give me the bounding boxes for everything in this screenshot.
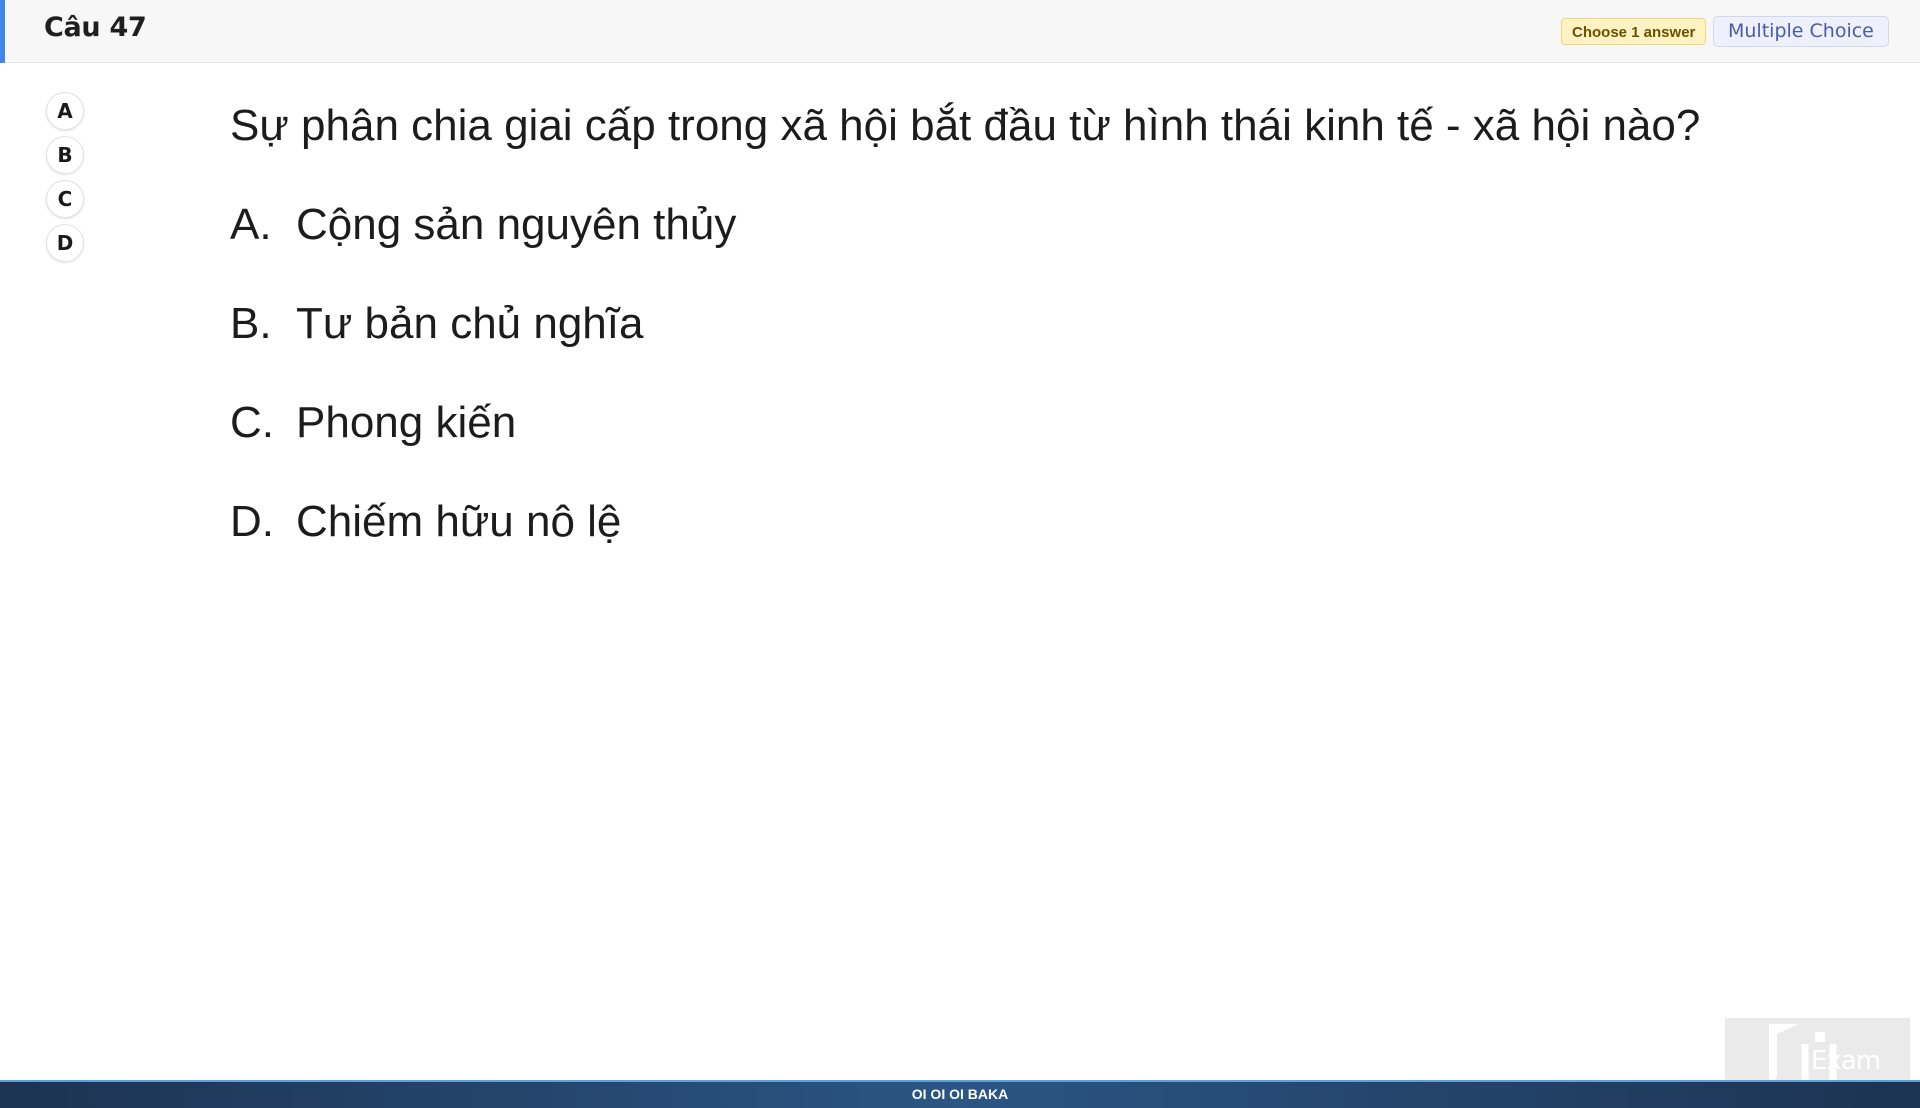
- logo-text: Exam: [1811, 1046, 1881, 1076]
- answer-selector: A B C D: [46, 92, 86, 268]
- answer-choice-c[interactable]: C: [46, 180, 84, 218]
- option-text: Chiếm hữu nô lệ: [296, 497, 622, 546]
- option-text: Cộng sản nguyên thủy: [296, 200, 737, 249]
- option-d: D. Chiếm hữu nô lệ: [230, 490, 1830, 554]
- option-b: B. Tư bản chủ nghĩa: [230, 292, 1830, 356]
- footer-bar: OI OI OI BAKA: [0, 1080, 1920, 1108]
- question-header: Câu 47 Choose 1 answer Multiple Choice: [0, 0, 1920, 63]
- option-letter: B.: [230, 299, 272, 348]
- question-number: Câu 47: [44, 12, 147, 43]
- answer-choice-b[interactable]: B: [46, 136, 84, 174]
- answer-choice-a[interactable]: A: [46, 92, 84, 130]
- option-text: Tư bản chủ nghĩa: [296, 299, 644, 348]
- question-text: Sự phân chia giai cấp trong xã hội bắt đ…: [230, 101, 1701, 150]
- option-letter: A.: [230, 200, 272, 249]
- answer-choice-d[interactable]: D: [46, 224, 84, 262]
- footer-text: OI OI OI BAKA: [911, 1086, 1009, 1102]
- question-type-badge: Multiple Choice: [1713, 16, 1889, 47]
- exam-page: Câu 47 Choose 1 answer Multiple Choice A…: [0, 0, 1920, 1108]
- header-accent-bar: [0, 0, 5, 63]
- choose-answer-badge: Choose 1 answer: [1561, 18, 1707, 45]
- option-a: A. Cộng sản nguyên thủy: [230, 193, 1830, 257]
- option-c: C. Phong kiến: [230, 391, 1830, 455]
- option-text: Phong kiến: [296, 398, 517, 447]
- option-letter: D.: [230, 497, 274, 546]
- question-content: Sự phân chia giai cấp trong xã hội bắt đ…: [230, 90, 1830, 554]
- option-letter: C.: [230, 398, 274, 447]
